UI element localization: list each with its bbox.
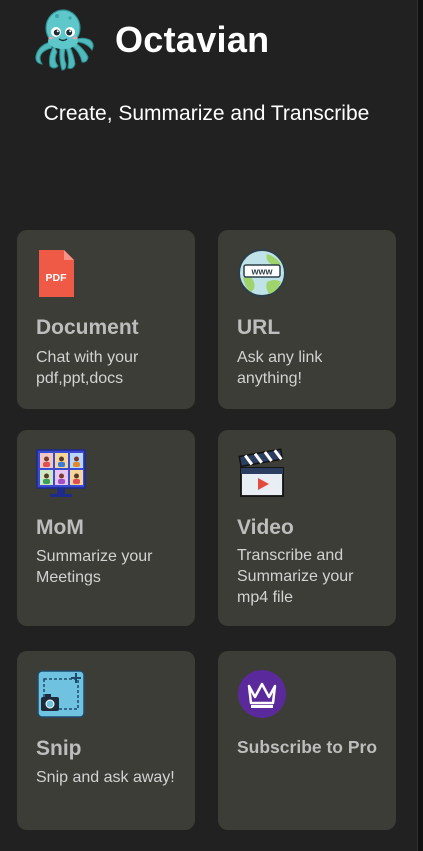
screenshot-snip-icon [36, 669, 88, 721]
clapperboard-icon [237, 448, 289, 500]
url-card[interactable]: www URL Ask any link anything! [218, 230, 396, 409]
card-description: Chat with your pdf,ppt,docs [36, 349, 139, 387]
document-card[interactable]: PDF Document Chat with your pdf,ppt,docs [17, 230, 195, 409]
card-title: MoM [36, 516, 84, 539]
octopus-icon [35, 9, 94, 71]
pdf-file-icon: PDF [36, 248, 88, 300]
app-tagline: Create, Summarize and Transcribe [43, 102, 370, 125]
mom-card[interactable]: MoM Summarize your Meetings [17, 430, 195, 626]
snip-card[interactable]: Snip Snip and ask away! [17, 651, 195, 830]
www-icon-text: www [250, 267, 273, 277]
card-title: Snip [36, 737, 82, 760]
card-description: Summarize your Meetings [36, 548, 153, 586]
card-title: Document [36, 316, 139, 339]
card-title: Subscribe to Pro [237, 737, 378, 757]
sidebar-panel: Octavian Create, Summarize and Transcrib… [0, 0, 418, 851]
card-title: URL [237, 316, 281, 339]
app-title: Octavian [115, 19, 270, 60]
card-description: Ask any link anything! [237, 349, 323, 387]
crown-icon [237, 669, 289, 721]
app-header: Octavian [30, 8, 269, 72]
card-description: Snip and ask away! [36, 769, 175, 786]
subscribe-pro-card[interactable]: Subscribe to Pro [218, 651, 396, 830]
card-title: Video [237, 516, 294, 539]
video-meeting-icon [36, 448, 88, 500]
globe-www-icon: www [237, 248, 289, 300]
video-card[interactable]: Video Transcribe and Summarize your mp4 … [218, 430, 396, 626]
pdf-icon-text: PDF [46, 272, 68, 284]
card-description: Transcribe and Summarize your mp4 file [237, 547, 354, 606]
